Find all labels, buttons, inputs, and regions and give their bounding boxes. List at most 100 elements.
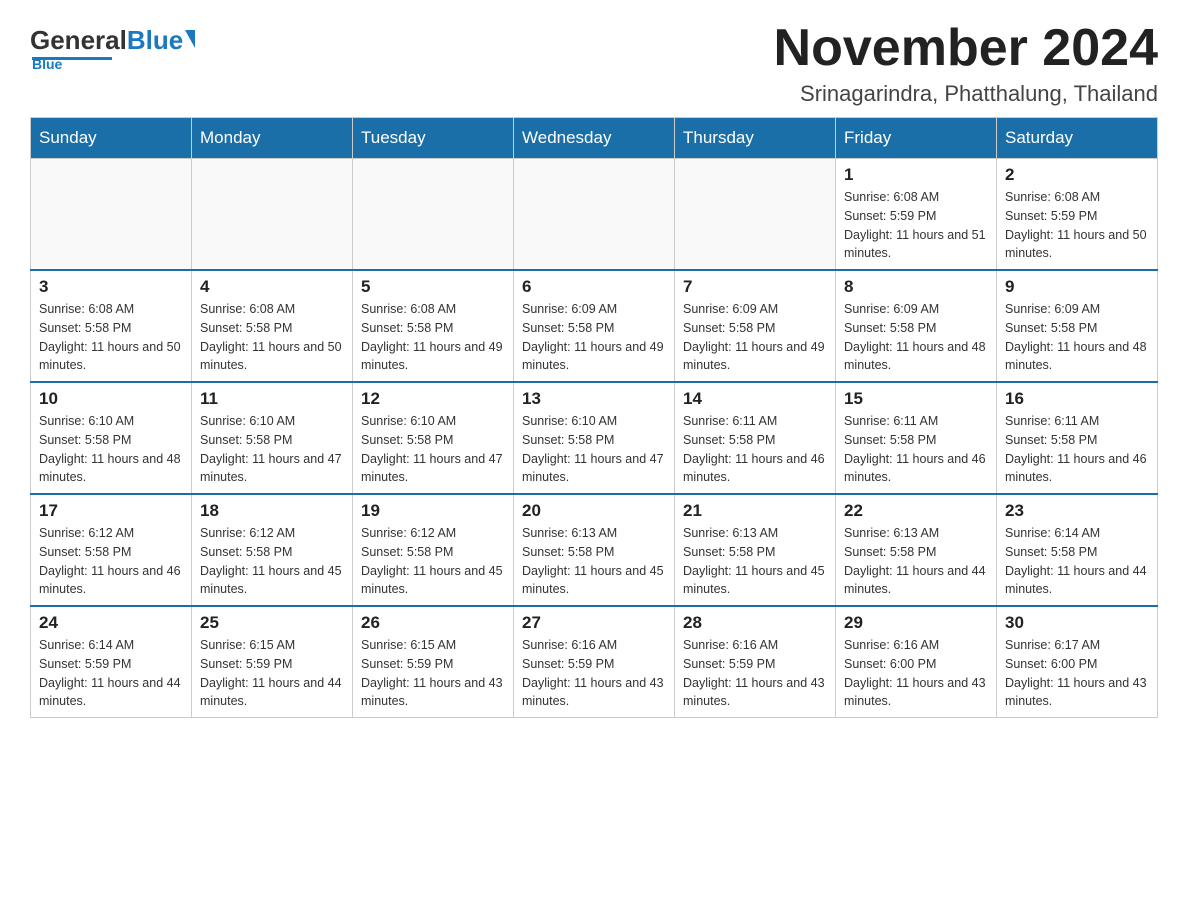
calendar-day-cell: 3 Sunrise: 6:08 AM Sunset: 5:58 PM Daylig… — [31, 270, 192, 382]
day-number: 11 — [200, 389, 344, 409]
day-info: Sunrise: 6:08 AM Sunset: 5:59 PM Dayligh… — [844, 188, 988, 263]
calendar-day-cell: 16 Sunrise: 6:11 AM Sunset: 5:58 PM Dayli… — [997, 382, 1158, 494]
calendar-day-cell: 26 Sunrise: 6:15 AM Sunset: 5:59 PM Dayli… — [353, 606, 514, 718]
day-info: Sunrise: 6:14 AM Sunset: 5:58 PM Dayligh… — [1005, 524, 1149, 599]
calendar-day-cell: 2 Sunrise: 6:08 AM Sunset: 5:59 PM Daylig… — [997, 159, 1158, 271]
calendar-week-row: 3 Sunrise: 6:08 AM Sunset: 5:58 PM Daylig… — [31, 270, 1158, 382]
calendar-day-cell: 22 Sunrise: 6:13 AM Sunset: 5:58 PM Dayli… — [836, 494, 997, 606]
calendar-day-cell: 28Sunrise: 6:16 AM Sunset: 5:59 PM Dayli… — [675, 606, 836, 718]
weekday-header-wednesday: Wednesday — [514, 118, 675, 159]
day-info: Sunrise: 6:10 AM Sunset: 5:58 PM Dayligh… — [522, 412, 666, 487]
calendar-week-row: 17 Sunrise: 6:12 AM Sunset: 5:58 PM Dayli… — [31, 494, 1158, 606]
calendar-day-cell: 4Sunrise: 6:08 AM Sunset: 5:58 PM Daylig… — [192, 270, 353, 382]
day-number: 24 — [39, 613, 183, 633]
calendar-day-cell: 13 Sunrise: 6:10 AM Sunset: 5:58 PM Dayli… — [514, 382, 675, 494]
day-info: Sunrise: 6:16 AM Sunset: 5:59 PM Dayligh… — [522, 636, 666, 711]
day-number: 18 — [200, 501, 344, 521]
calendar-day-cell: 27 Sunrise: 6:16 AM Sunset: 5:59 PM Dayli… — [514, 606, 675, 718]
calendar-day-cell: 21 Sunrise: 6:13 AM Sunset: 5:58 PM Dayli… — [675, 494, 836, 606]
calendar-day-cell: 8Sunrise: 6:09 AM Sunset: 5:58 PM Daylig… — [836, 270, 997, 382]
calendar-day-cell: 6 Sunrise: 6:09 AM Sunset: 5:58 PM Daylig… — [514, 270, 675, 382]
calendar-week-row: 24 Sunrise: 6:14 AM Sunset: 5:59 PM Dayli… — [31, 606, 1158, 718]
logo-blue-text: Blue — [127, 25, 183, 56]
day-number: 10 — [39, 389, 183, 409]
day-number: 8 — [844, 277, 988, 297]
day-number: 16 — [1005, 389, 1149, 409]
calendar-day-cell: 17 Sunrise: 6:12 AM Sunset: 5:58 PM Dayli… — [31, 494, 192, 606]
day-number: 7 — [683, 277, 827, 297]
day-info: Sunrise: 6:11 AM Sunset: 5:58 PM Dayligh… — [844, 412, 988, 487]
logo-general-text: General — [30, 25, 127, 56]
day-info: Sunrise: 6:12 AM Sunset: 5:58 PM Dayligh… — [39, 524, 183, 599]
calendar-day-cell: 5 Sunrise: 6:08 AM Sunset: 5:58 PM Daylig… — [353, 270, 514, 382]
day-info: Sunrise: 6:09 AM Sunset: 5:58 PM Dayligh… — [1005, 300, 1149, 375]
calendar-day-cell — [675, 159, 836, 271]
day-info: Sunrise: 6:13 AM Sunset: 5:58 PM Dayligh… — [683, 524, 827, 599]
page-header: General Blue Blue November 2024 Srinagar… — [30, 20, 1158, 107]
day-info: Sunrise: 6:10 AM Sunset: 5:58 PM Dayligh… — [39, 412, 183, 487]
day-info: Sunrise: 6:15 AM Sunset: 5:59 PM Dayligh… — [200, 636, 344, 711]
day-number: 19 — [361, 501, 505, 521]
calendar-day-cell: 18Sunrise: 6:12 AM Sunset: 5:58 PM Dayli… — [192, 494, 353, 606]
calendar-day-cell: 23 Sunrise: 6:14 AM Sunset: 5:58 PM Dayli… — [997, 494, 1158, 606]
calendar-day-cell: 7Sunrise: 6:09 AM Sunset: 5:58 PM Daylig… — [675, 270, 836, 382]
calendar-subtitle: Srinagarindra, Phatthalung, Thailand — [774, 81, 1158, 107]
day-info: Sunrise: 6:13 AM Sunset: 5:58 PM Dayligh… — [844, 524, 988, 599]
day-number: 5 — [361, 277, 505, 297]
calendar-table: SundayMondayTuesdayWednesdayThursdayFrid… — [30, 117, 1158, 718]
day-number: 30 — [1005, 613, 1149, 633]
day-info: Sunrise: 6:08 AM Sunset: 5:58 PM Dayligh… — [361, 300, 505, 375]
day-number: 29 — [844, 613, 988, 633]
day-number: 26 — [361, 613, 505, 633]
weekday-header-tuesday: Tuesday — [353, 118, 514, 159]
day-info: Sunrise: 6:14 AM Sunset: 5:59 PM Dayligh… — [39, 636, 183, 711]
calendar-day-cell: 30 Sunrise: 6:17 AM Sunset: 6:00 PM Dayli… — [997, 606, 1158, 718]
day-number: 2 — [1005, 165, 1149, 185]
weekday-header-saturday: Saturday — [997, 118, 1158, 159]
calendar-day-cell: 10 Sunrise: 6:10 AM Sunset: 5:58 PM Dayli… — [31, 382, 192, 494]
day-info: Sunrise: 6:17 AM Sunset: 6:00 PM Dayligh… — [1005, 636, 1149, 711]
day-number: 13 — [522, 389, 666, 409]
calendar-day-cell: 14Sunrise: 6:11 AM Sunset: 5:58 PM Dayli… — [675, 382, 836, 494]
calendar-day-cell — [192, 159, 353, 271]
logo: General Blue Blue — [30, 20, 195, 72]
calendar-week-row: 1 Sunrise: 6:08 AM Sunset: 5:59 PM Daylig… — [31, 159, 1158, 271]
calendar-day-cell — [514, 159, 675, 271]
day-number: 6 — [522, 277, 666, 297]
day-info: Sunrise: 6:15 AM Sunset: 5:59 PM Dayligh… — [361, 636, 505, 711]
calendar-day-cell — [353, 159, 514, 271]
day-number: 9 — [1005, 277, 1149, 297]
day-number: 20 — [522, 501, 666, 521]
calendar-day-cell: 24 Sunrise: 6:14 AM Sunset: 5:59 PM Dayli… — [31, 606, 192, 718]
day-number: 21 — [683, 501, 827, 521]
weekday-header-sunday: Sunday — [31, 118, 192, 159]
calendar-day-cell: 1 Sunrise: 6:08 AM Sunset: 5:59 PM Daylig… — [836, 159, 997, 271]
day-number: 1 — [844, 165, 988, 185]
day-number: 27 — [522, 613, 666, 633]
day-info: Sunrise: 6:08 AM Sunset: 5:58 PM Dayligh… — [39, 300, 183, 375]
calendar-day-cell: 19Sunrise: 6:12 AM Sunset: 5:58 PM Dayli… — [353, 494, 514, 606]
calendar-day-cell: 20Sunrise: 6:13 AM Sunset: 5:58 PM Dayli… — [514, 494, 675, 606]
day-info: Sunrise: 6:10 AM Sunset: 5:58 PM Dayligh… — [361, 412, 505, 487]
day-number: 22 — [844, 501, 988, 521]
day-number: 23 — [1005, 501, 1149, 521]
day-number: 28 — [683, 613, 827, 633]
day-info: Sunrise: 6:09 AM Sunset: 5:58 PM Dayligh… — [522, 300, 666, 375]
calendar-day-cell — [31, 159, 192, 271]
logo-blue-part: Blue — [127, 25, 195, 56]
day-info: Sunrise: 6:11 AM Sunset: 5:58 PM Dayligh… — [1005, 412, 1149, 487]
day-number: 4 — [200, 277, 344, 297]
day-number: 3 — [39, 277, 183, 297]
day-number: 25 — [200, 613, 344, 633]
title-section: November 2024 Srinagarindra, Phatthalung… — [774, 20, 1158, 107]
day-number: 12 — [361, 389, 505, 409]
logo-underline-text: Blue — [32, 56, 62, 72]
weekday-header-thursday: Thursday — [675, 118, 836, 159]
calendar-header-row: SundayMondayTuesdayWednesdayThursdayFrid… — [31, 118, 1158, 159]
logo-triangle-icon — [185, 30, 195, 48]
calendar-day-cell: 11Sunrise: 6:10 AM Sunset: 5:58 PM Dayli… — [192, 382, 353, 494]
day-number: 17 — [39, 501, 183, 521]
day-info: Sunrise: 6:08 AM Sunset: 5:59 PM Dayligh… — [1005, 188, 1149, 263]
day-info: Sunrise: 6:16 AM Sunset: 6:00 PM Dayligh… — [844, 636, 988, 711]
day-number: 15 — [844, 389, 988, 409]
